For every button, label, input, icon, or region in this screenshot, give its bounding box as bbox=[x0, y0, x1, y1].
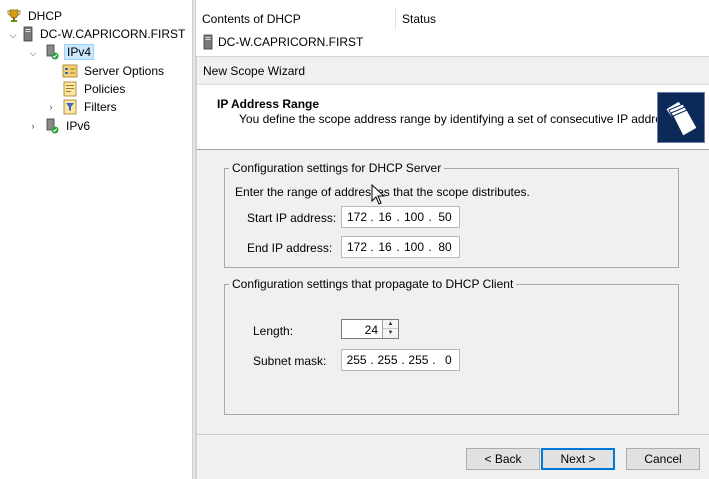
next-button[interactable]: Next > bbox=[541, 448, 615, 470]
details-pane: Contents of DHCP Status DC-W.CAPRICORN.F… bbox=[196, 0, 709, 479]
start-ip-octet-1[interactable]: 172 bbox=[346, 210, 368, 224]
expand-chevron-icon[interactable]: › bbox=[28, 121, 38, 131]
length-label: Length: bbox=[253, 324, 294, 338]
subnet-mask-field[interactable]: 255 . 255 . 255 . 0 bbox=[341, 349, 460, 371]
policies-icon bbox=[63, 81, 77, 97]
end-ip-octet-1[interactable]: 172 bbox=[346, 240, 368, 254]
collapse-chevron-icon[interactable]: ⌵ bbox=[8, 30, 18, 40]
tree-item-ipv4[interactable]: IPv4 bbox=[44, 43, 95, 61]
ip-dot: . bbox=[428, 240, 432, 254]
end-ip-octet-3[interactable]: 100 bbox=[402, 240, 426, 254]
subnet-mask-octet-3[interactable]: 255 bbox=[407, 353, 430, 367]
wizard-page-description: You define the scope address range by id… bbox=[239, 112, 690, 126]
ip-dot: . bbox=[428, 210, 432, 224]
subnet-mask-octet-4[interactable]: 0 bbox=[438, 353, 459, 367]
end-ip-label: End IP address: bbox=[247, 241, 333, 255]
tree-item-dhcp-label: DHCP bbox=[28, 9, 63, 23]
server-icon bbox=[23, 26, 33, 42]
ip-dot: . bbox=[370, 210, 374, 224]
tree-item-ipv6[interactable]: IPv6 bbox=[44, 117, 92, 135]
spin-down-icon[interactable]: ▼ bbox=[383, 329, 398, 338]
tree-item-filters-label: Filters bbox=[84, 100, 117, 114]
end-ip-field[interactable]: 172 . 16 . 100 . 80 bbox=[341, 236, 460, 258]
ip-dot: . bbox=[432, 353, 436, 367]
filters-icon bbox=[63, 99, 77, 115]
column-header-status[interactable]: Status bbox=[396, 8, 709, 30]
server-options-icon bbox=[62, 64, 78, 78]
wizard-footer: < Back Next > Cancel bbox=[197, 434, 709, 479]
collapse-chevron-icon[interactable]: ⌵ bbox=[28, 48, 38, 58]
end-ip-octet-4[interactable]: 80 bbox=[434, 240, 456, 254]
tree-item-server-options-label: Server Options bbox=[84, 64, 165, 78]
spin-up-icon[interactable]: ▲ bbox=[383, 320, 398, 329]
dhcp-server-group-legend: Configuration settings for DHCP Server bbox=[232, 161, 442, 175]
tree-item-filters[interactable]: Filters bbox=[62, 98, 119, 116]
wizard-page-title: IP Address Range bbox=[217, 97, 320, 111]
tree-item-ipv4-label: IPv4 bbox=[64, 44, 95, 60]
start-ip-octet-4[interactable]: 50 bbox=[434, 210, 456, 224]
tree-item-server-options[interactable]: Server Options bbox=[62, 62, 166, 80]
ipv4-network-icon bbox=[46, 44, 59, 60]
list-column-header: Contents of DHCP Status bbox=[196, 8, 709, 30]
tree-item-policies[interactable]: Policies bbox=[62, 80, 127, 98]
tree-item-ipv6-label: IPv6 bbox=[66, 119, 91, 133]
end-ip-octet-2[interactable]: 16 bbox=[376, 240, 394, 254]
ipv6-network-icon bbox=[46, 118, 59, 134]
ip-dot: . bbox=[396, 210, 400, 224]
length-value[interactable]: 24 bbox=[365, 323, 378, 337]
start-ip-label: Start IP address: bbox=[247, 211, 337, 225]
ip-dot: . bbox=[370, 240, 374, 254]
tree-item-policies-label: Policies bbox=[84, 82, 126, 96]
tree-item-server[interactable]: DC-W.CAPRICORN.FIRST bbox=[22, 25, 187, 43]
expand-chevron-icon[interactable]: › bbox=[46, 102, 56, 112]
column-header-contents[interactable]: Contents of DHCP bbox=[196, 8, 396, 30]
dhcp-client-settings-group: Configuration settings that propagate to… bbox=[224, 277, 679, 415]
subnet-mask-octet-2[interactable]: 255 bbox=[376, 353, 399, 367]
length-stepper[interactable]: 24 ▲ ▼ bbox=[341, 319, 399, 339]
wizard-header: IP Address Range You define the scope ad… bbox=[197, 84, 709, 150]
ip-dot: . bbox=[396, 240, 400, 254]
back-button[interactable]: < Back bbox=[466, 448, 540, 470]
server-icon bbox=[203, 34, 213, 50]
start-ip-octet-2[interactable]: 16 bbox=[376, 210, 394, 224]
dhcp-client-group-legend: Configuration settings that propagate to… bbox=[232, 277, 514, 291]
mouse-pointer-icon bbox=[371, 184, 385, 205]
ip-dot: . bbox=[401, 353, 405, 367]
subnet-mask-octet-1[interactable]: 255 bbox=[345, 353, 368, 367]
list-item[interactable]: DC-W.CAPRICORN.FIRST bbox=[202, 33, 363, 51]
list-item-name: DC-W.CAPRICORN.FIRST bbox=[218, 35, 364, 49]
start-ip-field[interactable]: 172 . 16 . 100 . 50 bbox=[341, 206, 460, 228]
wizard-title: New Scope Wizard bbox=[203, 64, 306, 78]
tree-item-server-label: DC-W.CAPRICORN.FIRST bbox=[40, 27, 186, 41]
wizard-folders-icon bbox=[657, 92, 705, 143]
ip-dot: . bbox=[370, 353, 374, 367]
length-stepper-arrows[interactable]: ▲ ▼ bbox=[382, 320, 398, 338]
cancel-button[interactable]: Cancel bbox=[626, 448, 700, 470]
tree-item-dhcp[interactable]: DHCP bbox=[6, 7, 64, 25]
dhcp-trophy-icon bbox=[7, 9, 21, 22]
console-tree: DHCP ⌵ DC-W.CAPRICORN.FIRST ⌵ IPv4 Serve… bbox=[0, 0, 192, 479]
subnet-mask-label: Subnet mask: bbox=[253, 354, 327, 368]
start-ip-octet-3[interactable]: 100 bbox=[402, 210, 426, 224]
new-scope-wizard-dialog: New Scope Wizard IP Address Range You de… bbox=[196, 56, 709, 479]
